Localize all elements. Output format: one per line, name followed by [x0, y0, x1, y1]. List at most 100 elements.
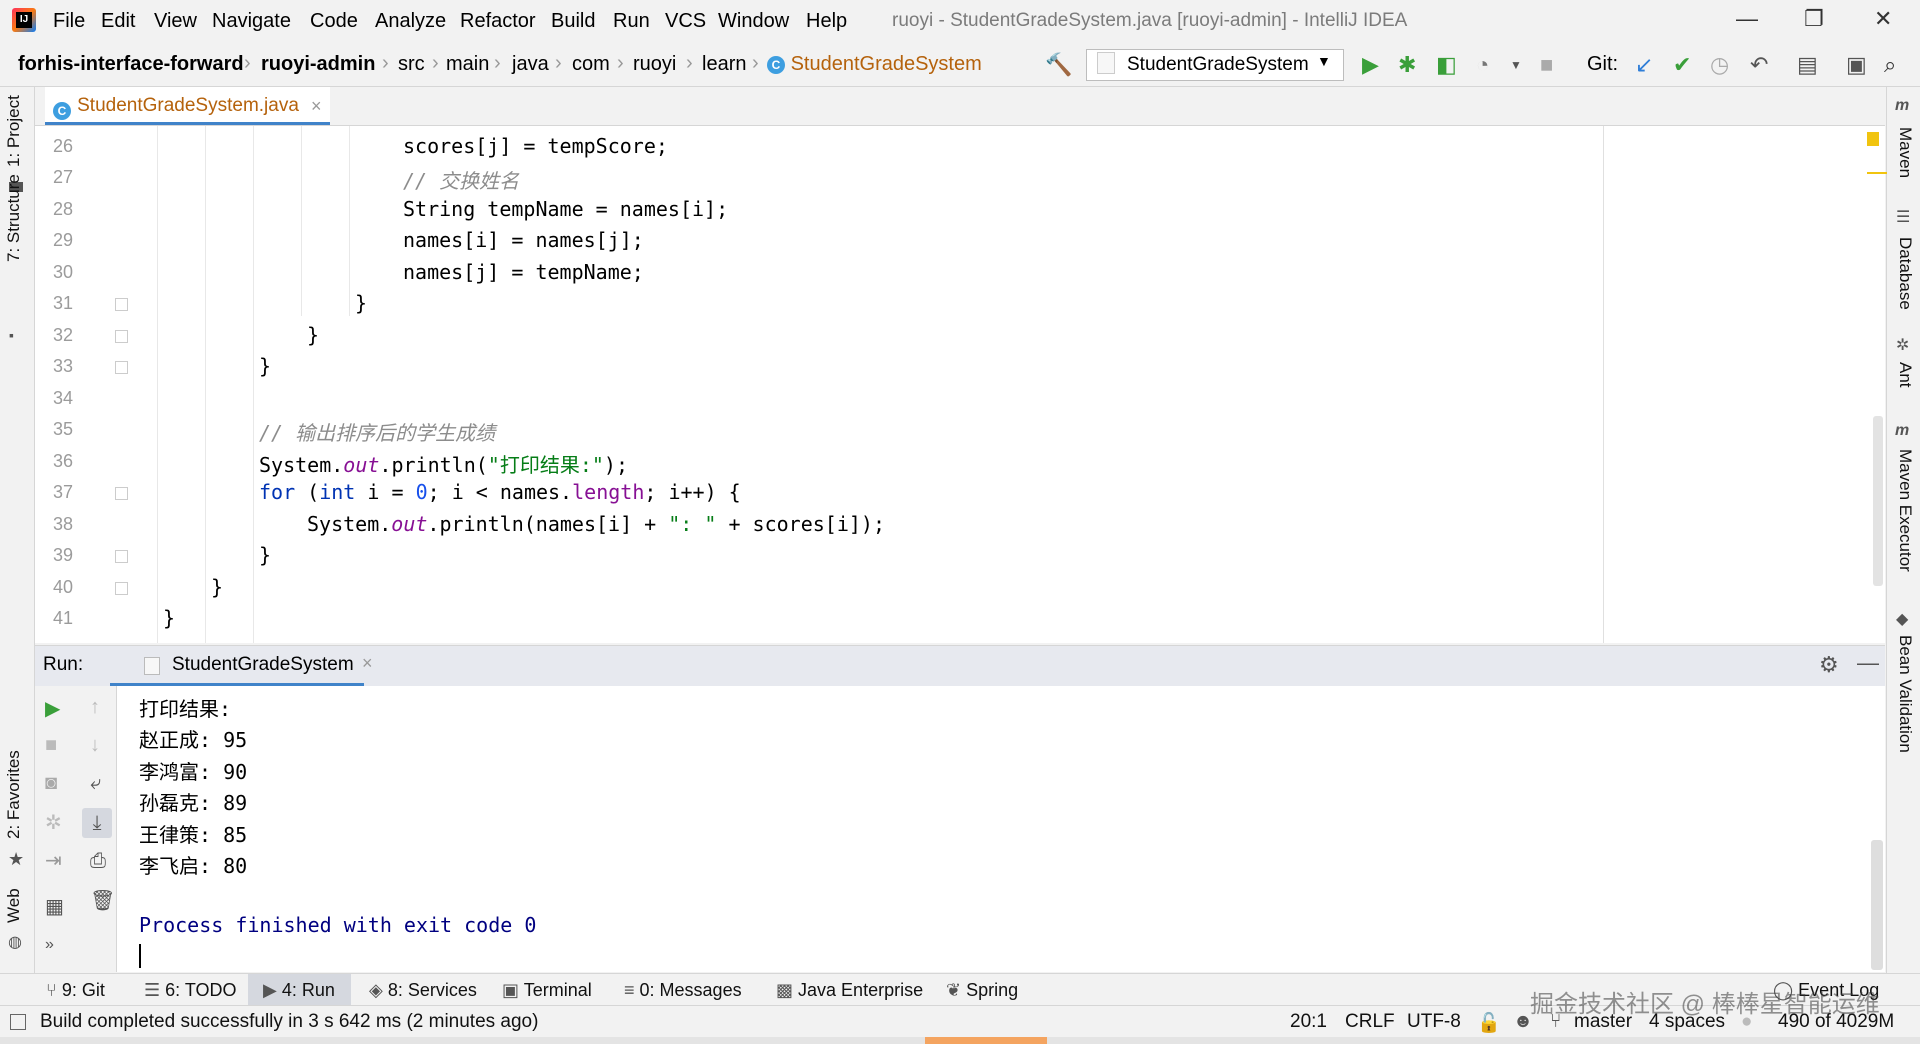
menu-edit[interactable]: Edit: [101, 10, 135, 33]
tool-tab-services[interactable]: ◈ 8: Services: [369, 980, 477, 1001]
tool-tab-todo[interactable]: ☰ 6: TODO: [144, 980, 237, 1001]
git-update-icon[interactable]: ↙: [1635, 52, 1653, 78]
minimize-button[interactable]: —: [1736, 6, 1758, 32]
run-icon[interactable]: ▶: [1362, 52, 1379, 78]
menu-vcs[interactable]: VCS: [665, 10, 706, 33]
scroll-to-end-icon[interactable]: ⤓: [82, 808, 112, 838]
history-icon[interactable]: ◷: [1710, 52, 1729, 78]
breadcrumb-java[interactable]: java: [512, 53, 549, 76]
menu-file[interactable]: File: [53, 10, 85, 33]
tool-tab-bean-validation[interactable]: Bean Validation: [1895, 635, 1915, 753]
menu-window[interactable]: Window: [718, 10, 789, 33]
code-area[interactable]: scores[j] = tempScore; // 交换姓名 String te…: [129, 126, 1599, 643]
file-encoding[interactable]: UTF-8: [1407, 1011, 1461, 1033]
tool-tab-spring[interactable]: ❦ Spring: [946, 980, 1018, 1001]
fold-marker-icon[interactable]: [115, 361, 128, 374]
restore-button[interactable]: ❐: [1804, 6, 1824, 32]
tool-tab-git[interactable]: ⑂ 9: Git: [46, 980, 105, 1001]
line-number: 28: [52, 199, 73, 219]
rerun-icon[interactable]: ▶: [45, 696, 60, 721]
breadcrumb-src[interactable]: src: [398, 53, 425, 76]
menu-navigate[interactable]: Navigate: [212, 10, 291, 33]
breadcrumb-class[interactable]: C StudentGradeSystem: [767, 53, 982, 76]
breadcrumb-com[interactable]: com: [572, 53, 610, 76]
layout-icon[interactable]: ▦: [45, 894, 64, 919]
menu-view[interactable]: View: [154, 10, 197, 33]
services-icon: ◈: [369, 980, 383, 1000]
fold-marker-icon[interactable]: [115, 582, 128, 595]
tool-tab-java-enterprise[interactable]: ▩ Java Enterprise: [776, 980, 923, 1001]
tool-tab-maven-executor[interactable]: Maven Executor: [1895, 449, 1915, 572]
code-editor[interactable]: 26 27 28 29 30 31 32 33 34 35 36 37 38 3…: [35, 126, 1887, 643]
print-icon[interactable]: ⎙: [90, 850, 106, 873]
fold-marker-icon[interactable]: [115, 550, 128, 563]
fold-marker-icon[interactable]: [115, 298, 128, 311]
run-config-icon: [1097, 52, 1115, 74]
search-icon[interactable]: ⌕: [1884, 52, 1896, 78]
breadcrumb-main[interactable]: main: [446, 53, 489, 76]
hide-panel-icon[interactable]: —: [1857, 650, 1879, 676]
editor-scrollbar[interactable]: [1873, 416, 1883, 586]
tool-tab-favorites[interactable]: 2: Favorites: [4, 750, 24, 839]
spring-leaf-icon: ❦: [946, 980, 962, 1000]
tool-tab-database[interactable]: Database: [1895, 237, 1915, 310]
breadcrumb-learn[interactable]: learn: [702, 53, 746, 76]
editor-tab-studentgradesystem[interactable]: C StudentGradeSystem.java ×: [45, 87, 330, 125]
stop-icon[interactable]: ■: [45, 734, 57, 757]
lock-icon[interactable]: 🔓: [1477, 1011, 1501, 1035]
arrow-down-icon[interactable]: ↓: [90, 734, 100, 757]
menu-analyze[interactable]: Analyze: [375, 10, 446, 33]
tool-tab-ant[interactable]: Ant: [1895, 362, 1915, 388]
more-icon[interactable]: »: [45, 936, 54, 954]
build-hammer-icon[interactable]: 🔨: [1045, 52, 1072, 78]
project-structure-icon[interactable]: ▤: [1797, 52, 1818, 78]
run-tab-close-icon[interactable]: ×: [362, 653, 373, 674]
profile-dropdown-icon[interactable]: ▼: [1510, 58, 1522, 72]
tab-close-icon[interactable]: ×: [311, 96, 322, 116]
tool-tab-project[interactable]: 1: Project: [4, 95, 24, 167]
camera-icon[interactable]: ◙: [45, 772, 57, 795]
code-token: i =: [355, 480, 416, 504]
menu-build[interactable]: Build: [551, 10, 595, 33]
warning-marker-icon[interactable]: [1867, 132, 1879, 146]
caret-position[interactable]: 20:1: [1290, 1011, 1327, 1033]
console-line: 打印结果:: [139, 697, 232, 721]
profile-icon[interactable]: ◔: [1476, 52, 1489, 78]
status-toggle-icon[interactable]: [10, 1014, 26, 1030]
rollback-icon[interactable]: ↶: [1750, 52, 1768, 78]
tool-tab-terminal[interactable]: ▣ Terminal: [502, 980, 592, 1001]
run-configuration-select[interactable]: StudentGradeSystem ▼: [1086, 49, 1344, 81]
tool-tab-structure[interactable]: 7: Structure: [4, 174, 24, 262]
menu-run[interactable]: Run: [613, 10, 650, 33]
tool-tab-messages[interactable]: ≡ 0: Messages: [624, 980, 742, 1001]
tool-tab-messages-label: 0: Messages: [639, 980, 742, 1000]
menu-help[interactable]: Help: [806, 10, 847, 33]
arrow-up-icon[interactable]: ↑: [90, 696, 100, 719]
menu-refactor[interactable]: Refactor: [460, 10, 536, 33]
line-separator[interactable]: CRLF: [1345, 1011, 1395, 1033]
debug-icon[interactable]: ✱: [1398, 52, 1416, 78]
status-message[interactable]: Build completed successfully in 3 s 642 …: [40, 1011, 538, 1033]
fold-marker-icon[interactable]: [115, 487, 128, 500]
breadcrumb-module[interactable]: ruoyi-admin: [261, 53, 375, 76]
git-commit-icon[interactable]: ✔: [1673, 52, 1691, 78]
settings-gear-icon[interactable]: ⚙: [1819, 652, 1839, 678]
tool-tab-run[interactable]: ▶ 4: Run: [263, 980, 335, 1001]
rerun-failed-icon[interactable]: ✲: [45, 810, 62, 835]
close-window-button[interactable]: ✕: [1874, 6, 1892, 32]
tool-tab-web[interactable]: Web: [4, 888, 24, 923]
trash-icon[interactable]: 🗑: [90, 888, 115, 913]
breadcrumb-project[interactable]: forhis-interface-forward: [18, 53, 244, 76]
breadcrumb-ruoyi[interactable]: ruoyi: [633, 53, 676, 76]
console-output[interactable]: 打印结果: 赵正成: 95 李鸿富: 90 孙磊克: 89 王律策: 85 李飞…: [117, 686, 1885, 972]
coverage-icon[interactable]: ◧: [1436, 52, 1457, 78]
terminal-icon[interactable]: ▣: [1846, 52, 1867, 78]
fold-marker-icon[interactable]: [115, 330, 128, 343]
console-scrollbar[interactable]: [1871, 840, 1883, 970]
warning-stripe[interactable]: [1867, 172, 1887, 174]
stop-icon[interactable]: ■: [1540, 52, 1553, 78]
exit-icon[interactable]: ⇥: [45, 848, 62, 873]
tool-tab-maven[interactable]: Maven: [1895, 127, 1915, 178]
menu-code[interactable]: Code: [310, 10, 358, 33]
soft-wrap-icon[interactable]: ⤶: [90, 772, 101, 795]
